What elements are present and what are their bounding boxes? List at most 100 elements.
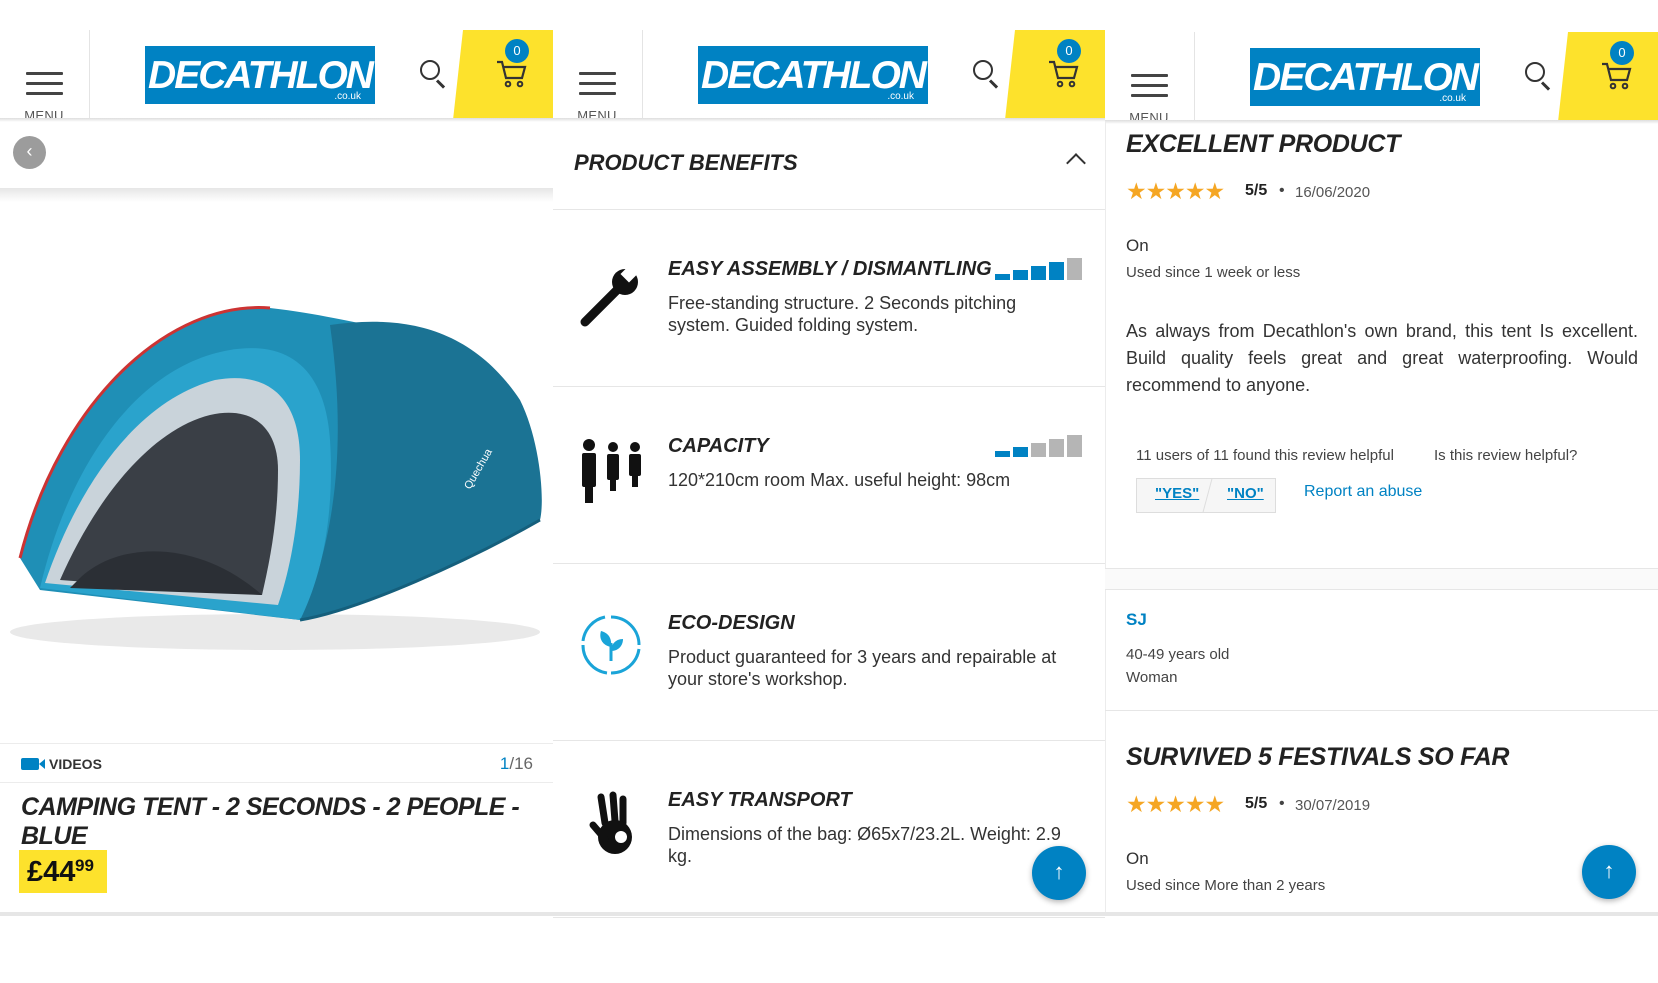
price-tag: £44 99 (19, 850, 107, 893)
page-bottom-divider (0, 912, 1658, 916)
benefits-heading: PRODUCT BENEFITS (574, 150, 798, 175)
reviews-panel: MENU DECATHLON .co.uk 0 EXCELLENT PRODUC… (1105, 0, 1658, 983)
benefit-title: CAPACITY (668, 435, 769, 457)
helpful-question: Is this review helpful? (1434, 447, 1578, 464)
decathlon-logo[interactable]: DECATHLON .co.uk (698, 46, 928, 104)
menu-button[interactable]: MENU (1105, 50, 1193, 125)
cart-button[interactable]: 0 (1558, 32, 1658, 122)
cart-button[interactable]: 0 (453, 30, 553, 120)
ok-hand-icon (589, 791, 632, 854)
vote-divider (1202, 479, 1213, 512)
benefit-level-meter (995, 435, 1083, 457)
product-title: CAMPING TENT - 2 SECONDS - 2 PEOPLE - BL… (21, 793, 520, 850)
videos-link[interactable]: VIDEOS (49, 756, 102, 772)
search-icon[interactable] (973, 60, 1001, 89)
star-rating-icon: ★★★★★ (1126, 178, 1225, 204)
level-bar (1013, 270, 1028, 280)
level-bar (1031, 443, 1046, 457)
star-rating-icon: ★★★★★ (1126, 791, 1225, 817)
vote-buttons: "YES" "NO" (1136, 478, 1276, 513)
header-divider (89, 30, 90, 118)
product-benefits-panel: MENU DECATHLON .co.uk 0 PRODUCT BENEFITS… (553, 0, 1105, 983)
review-date: 30/07/2019 (1295, 797, 1371, 814)
level-bar (1013, 447, 1028, 457)
benefit-title: EASY ASSEMBLY / DISMANTLING (668, 258, 992, 280)
cart-button[interactable]: 0 (1005, 30, 1105, 120)
benefit-description: 120*210cm room Max. useful height: 98cm (668, 470, 1011, 490)
gallery-toolbar: VIDEOS 1/16 (0, 743, 553, 783)
benefit-item: CAPACITY 120*210cm room Max. useful heig… (553, 387, 1105, 564)
image-counter-current: 1 (499, 754, 510, 773)
benefits-accordion-header[interactable]: PRODUCT BENEFITS (553, 122, 1105, 210)
review-used-since: Used since More than 2 years (1126, 877, 1326, 894)
decathlon-logo[interactable]: DECATHLON .co.uk (1250, 48, 1480, 106)
cart-count-badge: 0 (1057, 39, 1081, 63)
benefit-description: Dimensions of the bag: Ø65x7/23.2L. Weig… (668, 824, 1061, 866)
arrow-up-icon: ↑ (1053, 859, 1065, 884)
back-arrow-icon[interactable]: ‹ (13, 136, 46, 169)
site-header: MENU DECATHLON .co.uk 0 (0, 30, 553, 123)
review-title: EXCELLENT PRODUCT (1126, 130, 1401, 158)
price-cents: 99 (75, 856, 94, 875)
benefit-level-meter (995, 258, 1083, 280)
site-header: MENU DECATHLON .co.uk 0 (1105, 32, 1658, 125)
scroll-to-top-button[interactable]: ↑ (1032, 846, 1086, 900)
header-shadow (0, 118, 553, 122)
review-on-label: On (1126, 849, 1149, 868)
review-used-since: Used since 1 week or less (1126, 264, 1301, 281)
benefit-title: ECO-DESIGN (668, 612, 795, 634)
level-bar (1067, 258, 1082, 280)
reviewer-name: SJ (1126, 610, 1147, 629)
arrow-up-icon: ↑ (1603, 858, 1615, 883)
video-camera-icon[interactable] (21, 758, 45, 770)
level-bar (995, 274, 1010, 280)
wrench-icon (580, 264, 639, 327)
header-divider (1194, 32, 1195, 120)
benefit-item: ECO-DESIGN Product guaranteed for 3 year… (553, 564, 1105, 741)
eco-icon (581, 615, 641, 675)
menu-button[interactable]: MENU (553, 48, 641, 123)
review-title: SURVIVED 5 FESTIVALS SO FAR (1126, 743, 1510, 771)
review-score: 5/5 (1245, 795, 1268, 812)
separator-dot: • (1279, 795, 1285, 812)
tent-product-image[interactable]: Quechua (0, 200, 553, 745)
price-main: £44 (27, 856, 76, 888)
review-gap (1105, 569, 1658, 589)
vote-no-button[interactable]: "NO" (1227, 485, 1264, 502)
review-date: 16/06/2020 (1295, 184, 1371, 201)
logo-tld: .co.uk (1439, 93, 1466, 104)
search-icon[interactable] (420, 60, 448, 89)
level-bar (1049, 439, 1064, 457)
review-separator (1105, 589, 1658, 590)
cart-count-badge: 0 (1610, 41, 1634, 65)
logo-tld: .co.uk (334, 91, 361, 102)
image-counter: 1/16 (500, 754, 533, 774)
site-header: MENU DECATHLON .co.uk 0 (553, 30, 1105, 123)
review-score: 5/5 (1245, 182, 1268, 199)
separator-dot: • (1279, 182, 1285, 199)
benefit-description: Product guaranteed for 3 years and repai… (668, 647, 1057, 689)
chevron-up-icon[interactable] (1066, 153, 1086, 173)
hamburger-icon (579, 72, 616, 102)
level-bar (1067, 435, 1082, 457)
vote-yes-button[interactable]: "YES" (1155, 485, 1199, 502)
menu-button[interactable]: MENU (0, 48, 88, 123)
level-bar (1049, 262, 1064, 280)
reviewer-gender: Woman (1126, 669, 1178, 686)
search-icon[interactable] (1525, 62, 1553, 91)
header-shadow (1105, 120, 1658, 124)
header-divider (642, 30, 643, 118)
logo-tld: .co.uk (887, 91, 914, 102)
review-separator (1105, 710, 1658, 711)
report-abuse-link[interactable]: Report an abuse (1304, 483, 1422, 501)
benefit-title: EASY TRANSPORT (668, 789, 852, 811)
image-counter-total: /16 (509, 754, 533, 773)
hamburger-icon (1131, 74, 1168, 104)
scroll-to-top-button[interactable]: ↑ (1582, 845, 1636, 899)
hamburger-icon (26, 72, 63, 102)
panel-divider (1105, 122, 1106, 912)
decathlon-logo[interactable]: DECATHLON .co.uk (145, 46, 375, 104)
level-bar (1031, 266, 1046, 280)
product-page-panel: MENU DECATHLON .co.uk 0 ‹ Quechua VIDEOS… (0, 0, 553, 983)
review-on-label: On (1126, 236, 1149, 255)
